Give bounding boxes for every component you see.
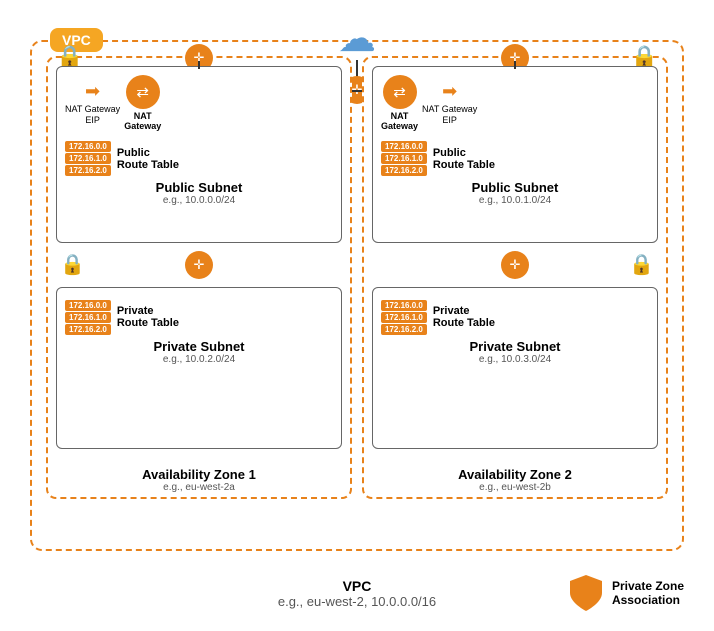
az1-footer: Availability Zone 1 e.g., eu-west-2a [48, 467, 350, 493]
az1-pub-route-label: Public Route Table [117, 147, 179, 171]
az2-nat-gw-icon: ⇄ [383, 75, 417, 109]
vpc-container: VPC ☁ ✛ 🔒 ✛ [30, 40, 684, 551]
az1-pub-top-line [198, 61, 200, 69]
az2-public-subnet-sub: e.g., 10.0.1.0/24 [381, 195, 649, 206]
az2-priv-route-label: Private Route Table [433, 305, 495, 329]
az2-nat-eip-group: ➡ NAT Gateway EIP [422, 81, 477, 126]
az1-nat-eip-label: NAT Gateway EIP [65, 104, 120, 126]
az1-private-subnet-title: Private Subnet [65, 339, 333, 354]
az2-public-subnet-title: Public Subnet [381, 180, 649, 195]
az2-nat-eip-label: NAT Gateway EIP [422, 104, 477, 126]
az1-priv-route-3: 172.16.2.0 [65, 324, 111, 335]
az2-pub-route-3: 172.16.2.0 [381, 165, 427, 176]
az2-nat-eip-arrow: ➡ [442, 81, 457, 102]
az1-pub-route-3: 172.16.2.0 [65, 165, 111, 176]
az1-priv-route-table: 172.16.0.0 172.16.1.0 172.16.2.0 Private… [65, 300, 179, 335]
az1-column: 🔒 ✛ ➡ NAT Gateway EIP [46, 56, 352, 499]
az1-nat-row: ➡ NAT Gateway EIP ⇄ NAT Gateway [65, 75, 333, 131]
az1-title: Availability Zone 1 [48, 467, 350, 482]
az1-pub-route-2: 172.16.1.0 [65, 153, 111, 164]
az2-private-subnet: 172.16.0.0 172.16.1.0 172.16.2.0 Private… [372, 287, 658, 449]
private-zone-badge: Private Zone Association [521, 573, 685, 613]
diagram: VPC ☁ ✛ 🔒 ✛ [10, 10, 704, 621]
az2-pub-top-line [514, 61, 516, 69]
az1-nat-gw-group: ⇄ NAT Gateway [124, 75, 161, 131]
az2-pub-route-1: 172.16.0.0 [381, 141, 427, 152]
bottom-vpc-sub: e.g., eu-west-2, 10.0.0.0/16 [194, 594, 521, 609]
private-zone-label: Private Zone Association [612, 579, 684, 607]
az1-sub: e.g., eu-west-2a [48, 482, 350, 493]
az1-priv-route-1: 172.16.0.0 [65, 300, 111, 311]
az1-pub-route-1: 172.16.0.0 [65, 141, 111, 152]
az2-priv-route-rows: 172.16.0.0 172.16.1.0 172.16.2.0 [381, 300, 427, 335]
az2-column: 🔒 ✛ ⇄ NAT Gatew [362, 56, 668, 499]
az2-priv-route-2: 172.16.1.0 [381, 312, 427, 323]
az2-public-subnet: ⇄ NAT Gateway ➡ NAT Gateway EIP 172.16.0… [372, 66, 658, 243]
az2-priv-route-3: 172.16.2.0 [381, 324, 427, 335]
az2-private-subnet-sub: e.g., 10.0.3.0/24 [381, 354, 649, 365]
az2-priv-route-table: 172.16.0.0 172.16.1.0 172.16.2.0 Private… [381, 300, 495, 335]
bottom-bar: VPC e.g., eu-west-2, 10.0.0.0/16 Private… [30, 573, 684, 613]
az2-mid-connector: ✛ [501, 251, 529, 279]
az1-private-subnet-sub: e.g., 10.0.2.0/24 [65, 354, 333, 365]
az2-subnet-connector: 🔒 ✛ [372, 251, 658, 279]
az1-pub-route-rows: 172.16.0.0 172.16.1.0 172.16.2.0 [65, 141, 111, 176]
az1-priv-route-label: Private Route Table [117, 305, 179, 329]
az1-mid-connector: ✛ [185, 251, 213, 279]
az2-pub-route-2: 172.16.1.0 [381, 153, 427, 164]
az1-priv-route-2: 172.16.1.0 [65, 312, 111, 323]
az2-mid-lock-icon: 🔒 [629, 252, 654, 277]
az1-priv-route-rows: 172.16.0.0 172.16.1.0 172.16.2.0 [65, 300, 111, 335]
az2-footer: Availability Zone 2 e.g., eu-west-2b [364, 467, 666, 493]
az1-mid-lock-icon: 🔒 [60, 252, 85, 277]
az1-public-subnet-sub: e.g., 10.0.0.0/24 [65, 195, 333, 206]
az2-priv-route-1: 172.16.0.0 [381, 300, 427, 311]
az2-pub-route-label: Public Route Table [433, 147, 495, 171]
bottom-vpc-info: VPC e.g., eu-west-2, 10.0.0.0/16 [194, 578, 521, 609]
az-columns: 🔒 ✛ ➡ NAT Gateway EIP [46, 56, 668, 499]
cloud-icon: ☁ [338, 20, 376, 58]
az1-nat-eip-arrow: ➡ [85, 81, 100, 102]
az2-sub: e.g., eu-west-2b [364, 482, 666, 493]
bottom-vpc-title: VPC [194, 578, 521, 594]
az1-nat-eip-group: ➡ NAT Gateway EIP [65, 81, 120, 126]
az2-nat-row: ⇄ NAT Gateway ➡ NAT Gateway EIP [381, 75, 649, 131]
az1-private-subnet: 172.16.0.0 172.16.1.0 172.16.2.0 Private… [56, 287, 342, 449]
az1-pub-route-table: 172.16.0.0 172.16.1.0 172.16.2.0 Public … [65, 141, 179, 176]
az1-public-subnet-title: Public Subnet [65, 180, 333, 195]
az2-mid-router-icon: ✛ [501, 251, 529, 279]
az2-pub-route-table: 172.16.0.0 172.16.1.0 172.16.2.0 Public … [381, 141, 495, 176]
az1-subnet-connector: 🔒 ✛ [56, 251, 342, 279]
az1-nat-gw-label: NAT Gateway [124, 111, 161, 131]
az2-pub-route-rows: 172.16.0.0 172.16.1.0 172.16.2.0 [381, 141, 427, 176]
az2-nat-gw-group: ⇄ NAT Gateway [381, 75, 418, 131]
az1-nat-gw-icon: ⇄ [126, 75, 160, 109]
shield-icon [568, 573, 604, 613]
az2-private-subnet-title: Private Subnet [381, 339, 649, 354]
az1-public-subnet: ➡ NAT Gateway EIP ⇄ NAT Gateway [56, 66, 342, 243]
az1-mid-router-icon: ✛ [185, 251, 213, 279]
az2-nat-gw-label: NAT Gateway [381, 111, 418, 131]
az2-title: Availability Zone 2 [364, 467, 666, 482]
